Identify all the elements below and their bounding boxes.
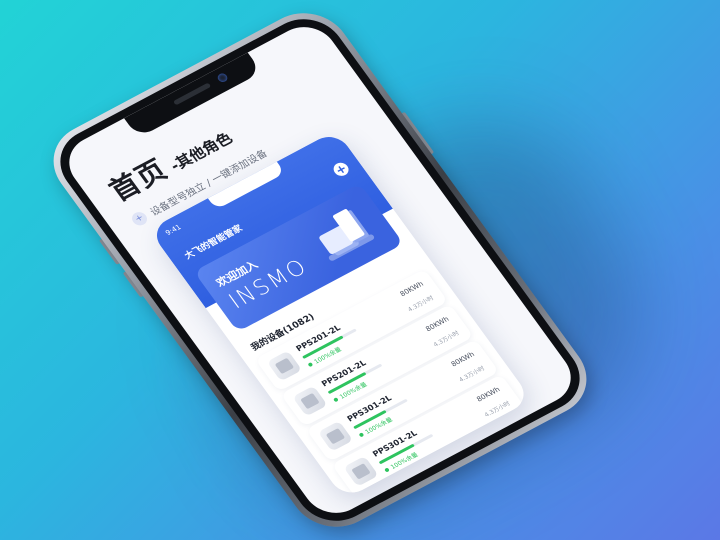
device-thumbnail: [317, 420, 354, 452]
device-meta: 4.3万小时: [457, 365, 487, 384]
status-dot-icon: [332, 396, 339, 402]
device-thumbnail: [266, 350, 303, 382]
device-thumbnail: [343, 455, 379, 487]
status-time: 9:41: [164, 223, 183, 238]
device-value: 80KWh: [449, 350, 477, 369]
front-camera: [215, 71, 230, 84]
status-dot-icon: [383, 466, 390, 473]
device-meta: 4.3万小时: [406, 294, 436, 314]
device-value: 80KWh: [398, 280, 426, 299]
plus-icon: +: [128, 209, 150, 228]
status-dot-icon: [358, 431, 365, 438]
device-thumbnail: [292, 385, 328, 417]
device-meta: 4.3万小时: [432, 329, 461, 349]
device-illustration: [302, 198, 385, 269]
device-value: 80KWh: [475, 385, 502, 404]
status-dot-icon: [307, 361, 314, 367]
device-value: 80KWh: [424, 315, 451, 334]
plus-circle-icon[interactable]: +: [330, 160, 352, 179]
mockup-stage: 首页 -其他角色 + 设备型号独立 / 一键添加设备 9:41 大飞的智能管家 …: [0, 0, 720, 540]
device-meta: 4.3万小时: [483, 400, 512, 419]
